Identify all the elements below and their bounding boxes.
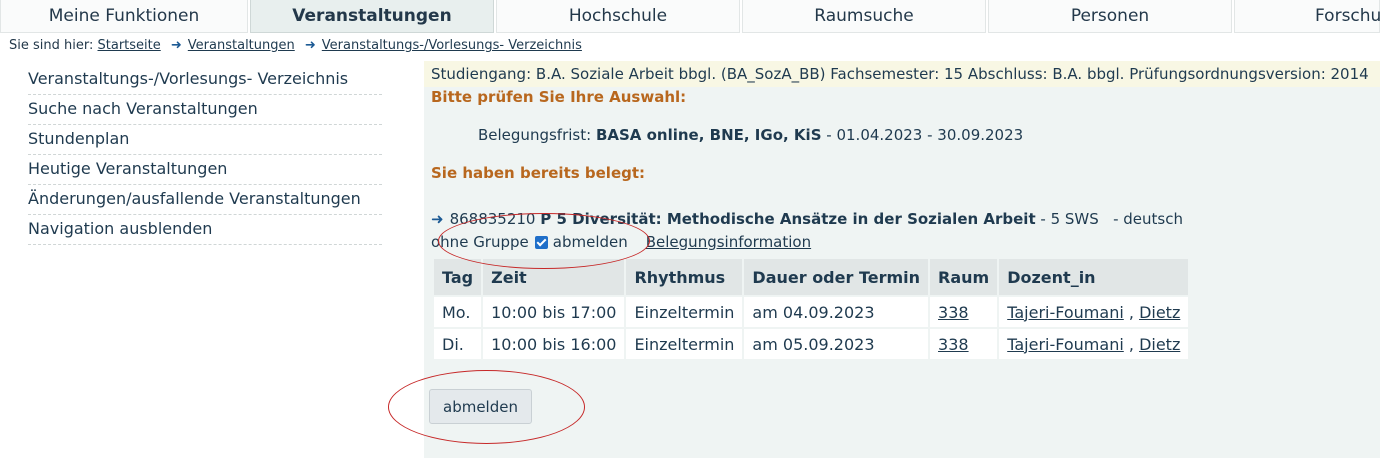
frist-label: Belegungsfrist: xyxy=(478,126,592,144)
dozent-link[interactable]: Dietz xyxy=(1139,335,1180,354)
arrow-right-icon: ➜ xyxy=(431,210,444,228)
cell-tag: Mo. xyxy=(434,297,482,327)
raum-link[interactable]: 338 xyxy=(938,335,969,354)
dozent-separator: , xyxy=(1128,302,1134,322)
booked-heading: Sie haben bereits belegt: xyxy=(431,164,646,182)
cell-termin: am 04.09.2023 xyxy=(744,297,929,327)
tab-forschung[interactable]: Forschu xyxy=(1234,0,1380,33)
breadcrumb-prefix: Sie sind hier: xyxy=(9,38,94,53)
tab-personen[interactable]: Personen xyxy=(988,0,1232,33)
group-label: ohne Gruppe xyxy=(431,233,529,251)
column-header: Dozent_in xyxy=(999,259,1189,295)
menu-item-suche[interactable]: Suche nach Veranstaltungen xyxy=(28,95,382,125)
menu-item-navigation-ausblenden[interactable]: Navigation ausblenden xyxy=(28,215,382,245)
menu-item-stundenplan[interactable]: Stundenplan xyxy=(28,125,382,155)
studiengang-info: Studiengang: B.A. Soziale Arbeit bbgl. (… xyxy=(424,61,1380,87)
breadcrumb-veranstaltungen[interactable]: Veranstaltungen xyxy=(188,38,295,53)
cell-dozent: Tajeri-Foumani , Dietz xyxy=(999,297,1189,327)
table-header-row: Tag Zeit Rhythmus Dauer oder Termin Raum… xyxy=(434,259,1189,295)
breadcrumb-startseite[interactable]: Startseite xyxy=(98,38,161,53)
course-title: P 5 Diversität: Methodische Ansätze in d… xyxy=(540,210,1036,228)
column-header: Dauer oder Termin xyxy=(744,259,929,295)
dozent-separator: , xyxy=(1128,334,1134,354)
cell-zeit: 10:00 bis 17:00 xyxy=(483,297,625,327)
cell-raum: 338 xyxy=(930,297,998,327)
cell-rhythmus: Einzeltermin xyxy=(626,329,743,359)
cell-termin: am 05.09.2023 xyxy=(744,329,929,359)
tab-meine-funktionen[interactable]: Meine Funktionen xyxy=(0,0,248,33)
menu-item-aenderungen[interactable]: Änderungen/ausfallende Veranstaltungen xyxy=(28,185,382,215)
dozent-link[interactable]: Tajeri-Foumani xyxy=(1007,335,1124,354)
raum-link[interactable]: 338 xyxy=(938,303,969,322)
column-header: Rhythmus xyxy=(626,259,743,295)
arrow-right-icon: ➜ xyxy=(304,38,316,53)
left-menu: Veranstaltungs-/Vorlesungs- Verzeichnis … xyxy=(28,65,382,245)
dozent-link[interactable]: Dietz xyxy=(1139,303,1180,322)
cell-zeit: 10:00 bis 16:00 xyxy=(483,329,625,359)
belegungsfrist: Belegungsfrist: BASA online, BNE, IGo, K… xyxy=(478,126,1023,144)
schedule-table: Tag Zeit Rhythmus Dauer oder Termin Raum… xyxy=(432,257,1190,361)
tab-raumsuche[interactable]: Raumsuche xyxy=(742,0,986,33)
table-row: Di. 10:00 bis 16:00 Einzeltermin am 05.0… xyxy=(434,329,1189,359)
frist-name: BASA online, BNE, IGo, KiS xyxy=(595,126,822,144)
abmelden-button[interactable]: abmelden xyxy=(429,389,532,424)
top-navigation: Meine Funktionen Veranstaltungen Hochsch… xyxy=(0,0,1380,34)
course-number: 868835210 xyxy=(449,210,536,228)
table-row: Mo. 10:00 bis 17:00 Einzeltermin am 04.0… xyxy=(434,297,1189,327)
abmelden-checkbox[interactable] xyxy=(534,235,548,249)
cell-rhythmus: Einzeltermin xyxy=(626,297,743,327)
menu-item-heutige[interactable]: Heutige Veranstaltungen xyxy=(28,155,382,185)
dozent-link[interactable]: Tajeri-Foumani xyxy=(1007,303,1124,322)
breadcrumb-verzeichnis[interactable]: Veranstaltungs-/Vorlesungs- Verzeichnis xyxy=(322,38,582,53)
tab-hochschule[interactable]: Hochschule xyxy=(496,0,740,33)
cell-dozent: Tajeri-Foumani , Dietz xyxy=(999,329,1189,359)
menu-item-verzeichnis[interactable]: Veranstaltungs-/Vorlesungs- Verzeichnis xyxy=(28,65,382,95)
column-header: Tag xyxy=(434,259,482,295)
arrow-right-icon: ➜ xyxy=(170,38,182,53)
belegungsinformation-link[interactable]: Belegungsinformation xyxy=(646,233,811,251)
column-header: Raum xyxy=(930,259,998,295)
course-options: ohne Gruppe abmelden Belegungsinformatio… xyxy=(431,233,811,251)
tab-veranstaltungen[interactable]: Veranstaltungen xyxy=(250,0,494,33)
course-details: - 5 SWS - deutsch xyxy=(1040,210,1183,228)
course-entry: ➜ 868835210 P 5 Diversität: Methodische A… xyxy=(431,210,1183,228)
frist-dates: - 01.04.2023 - 30.09.2023 xyxy=(826,126,1024,144)
cell-raum: 338 xyxy=(930,329,998,359)
column-header: Zeit xyxy=(483,259,625,295)
main-content: Studiengang: B.A. Soziale Arbeit bbgl. (… xyxy=(424,61,1380,458)
breadcrumb: Sie sind hier: Startseite ➜ Veranstaltung… xyxy=(9,38,582,53)
check-heading: Bitte prüfen Sie Ihre Auswahl: xyxy=(431,88,687,106)
checkbox-label: abmelden xyxy=(552,233,628,251)
cell-tag: Di. xyxy=(434,329,482,359)
